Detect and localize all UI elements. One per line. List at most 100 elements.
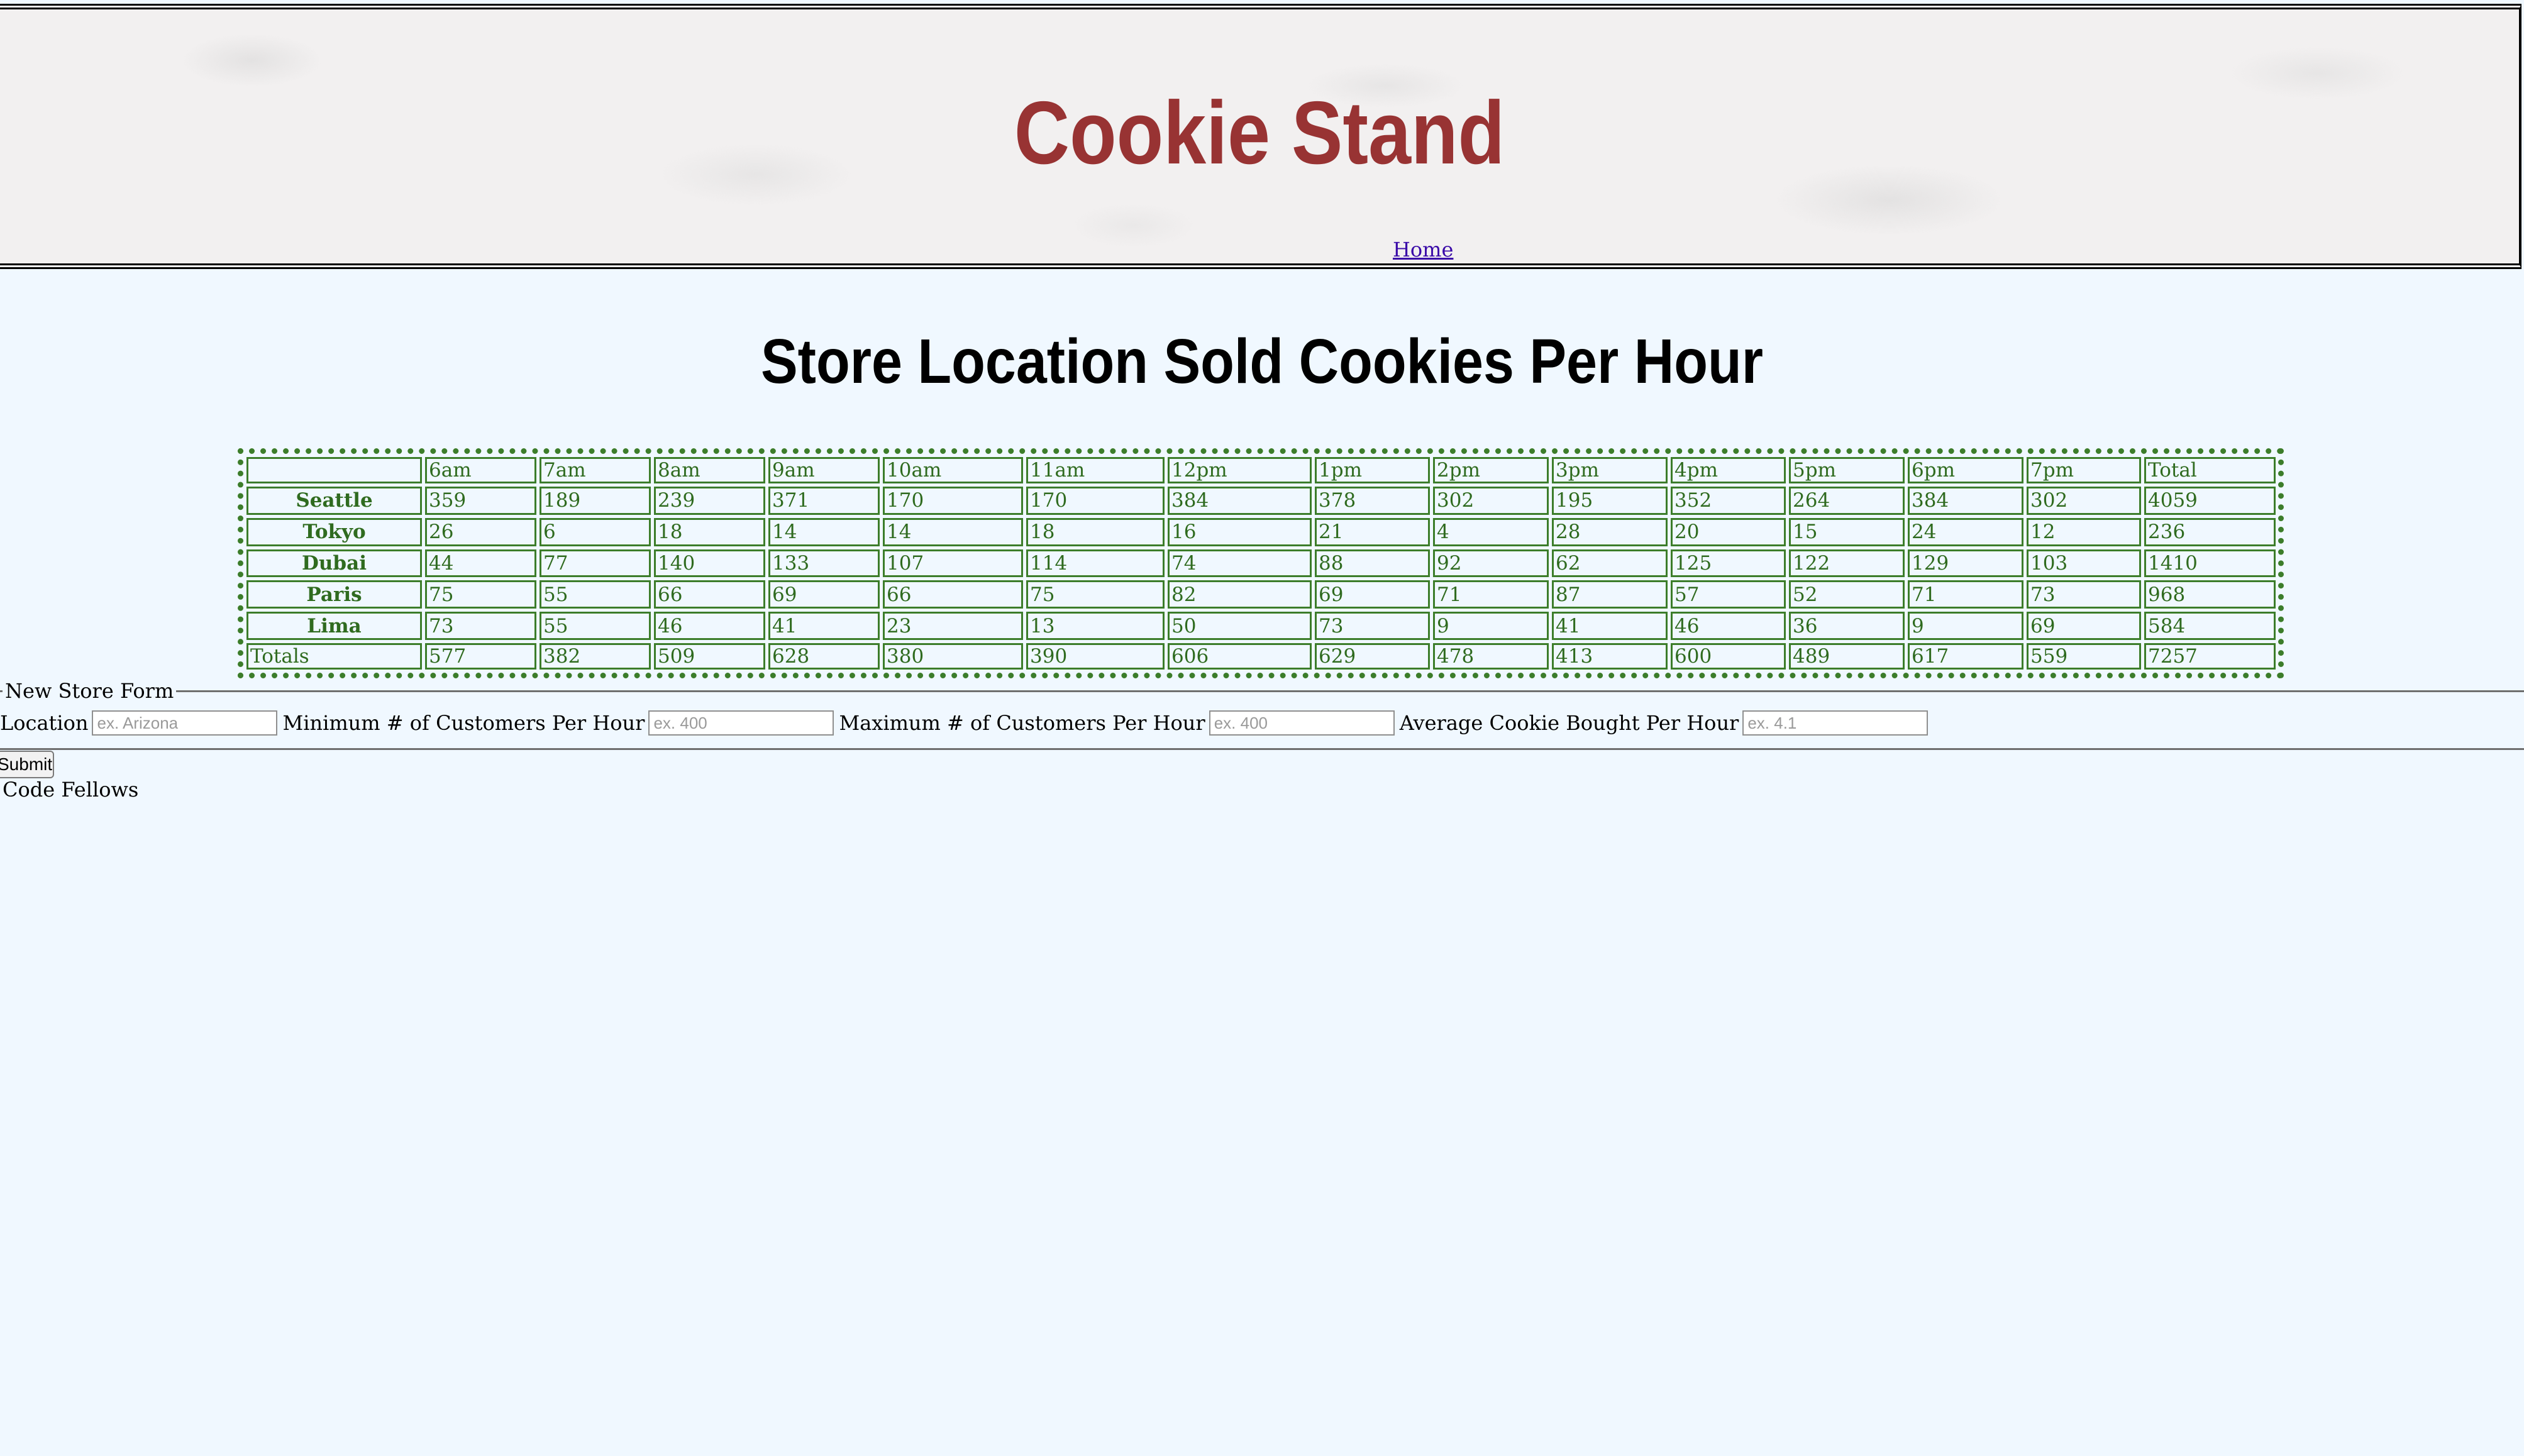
table-cell: 239 <box>654 487 765 515</box>
totals-cell: 600 <box>1671 643 1786 670</box>
table-header-cell: Total <box>2144 457 2276 483</box>
totals-cell: 629 <box>1315 643 1430 670</box>
table-cell: 23 <box>883 612 1023 640</box>
table-cell: 41 <box>1552 612 1668 640</box>
table-cell: 9 <box>1433 612 1549 640</box>
totals-cell: 606 <box>1168 643 1312 670</box>
totals-cell: 390 <box>1026 643 1165 670</box>
table-cell: 12 <box>2027 517 2141 546</box>
sales-table-body: Seattle 359 189 239 371 170 170 384 378 … <box>246 487 2276 640</box>
avg-cookies-input[interactable] <box>1742 710 1929 736</box>
table-cell: 302 <box>2027 487 2141 515</box>
table-cell: 264 <box>1789 487 1905 515</box>
table-header-cell: 3pm <box>1552 457 1668 483</box>
table-cell: 4059 <box>2144 487 2276 515</box>
table-cell: 4 <box>1433 517 1549 546</box>
store-name-cell: Tokyo <box>246 517 422 546</box>
form-fields-row: Location Minimum # of Customers Per Hour… <box>0 708 1933 738</box>
max-customers-input[interactable] <box>1209 710 1395 736</box>
min-customers-label: Minimum # of Customers Per Hour <box>282 711 645 735</box>
table-cell: 75 <box>1026 580 1165 609</box>
site-header: Cookie Stand Home <box>0 4 2521 269</box>
table-cell: 359 <box>425 487 536 515</box>
table-cell: 18 <box>654 517 765 546</box>
table-cell: 71 <box>1908 580 2023 609</box>
totals-cell: 559 <box>2027 643 2141 670</box>
table-row: Lima 73 55 46 41 23 13 50 73 9 41 46 36 … <box>246 612 2276 640</box>
table-cell: 41 <box>768 612 880 640</box>
table-header-cell: 8am <box>654 457 765 483</box>
table-cell: 46 <box>654 612 765 640</box>
totals-cell: 380 <box>883 643 1023 670</box>
table-header-cell: 7pm <box>2027 457 2141 483</box>
totals-cell: 617 <box>1908 643 2023 670</box>
table-header-cell: 12pm <box>1168 457 1312 483</box>
table-cell: 55 <box>540 612 651 640</box>
site-title: Cookie Stand <box>1014 83 1505 183</box>
table-cell: 140 <box>654 549 765 578</box>
totals-row: Totals 577 382 509 628 380 390 606 629 4… <box>246 643 2276 670</box>
table-cell: 13 <box>1026 612 1165 640</box>
table-cell: 28 <box>1552 517 1668 546</box>
table-cell: 71 <box>1433 580 1549 609</box>
totals-label-cell: Totals <box>246 643 422 670</box>
table-cell: 129 <box>1908 549 2023 578</box>
min-customers-input[interactable] <box>648 710 834 736</box>
table-row: Tokyo 26 6 18 14 14 18 16 21 4 28 20 15 … <box>246 517 2276 546</box>
table-cell: 73 <box>1315 612 1430 640</box>
table-cell: 107 <box>883 549 1023 578</box>
sales-table-container: 6am 7am 8am 9am 10am 11am 12pm 1pm 2pm 3… <box>238 448 2284 678</box>
table-cell: 236 <box>2144 517 2276 546</box>
avg-cookies-label: Average Cookie Bought Per Hour <box>1399 711 1739 735</box>
store-name-cell: Seattle <box>246 487 422 515</box>
fieldset-top-border <box>0 690 2524 692</box>
site-footer: Code Fellows <box>3 778 139 802</box>
table-cell: 352 <box>1671 487 1786 515</box>
table-cell: 122 <box>1789 549 1905 578</box>
totals-cell: 577 <box>425 643 536 670</box>
table-cell: 9 <box>1908 612 2023 640</box>
table-cell: 92 <box>1433 549 1549 578</box>
submit-button[interactable]: Submit <box>0 751 54 778</box>
table-cell: 189 <box>540 487 651 515</box>
table-cell: 73 <box>2027 580 2141 609</box>
table-row: Seattle 359 189 239 371 170 170 384 378 … <box>246 487 2276 515</box>
nav-home-link[interactable]: Home <box>1393 237 1453 262</box>
table-cell: 46 <box>1671 612 1786 640</box>
totals-cell: 478 <box>1433 643 1549 670</box>
form-legend: New Store Form <box>3 679 177 703</box>
table-cell: 21 <box>1315 517 1430 546</box>
location-input[interactable] <box>92 710 278 736</box>
table-cell: 44 <box>425 549 536 578</box>
table-header-cell: 9am <box>768 457 880 483</box>
table-cell: 50 <box>1168 612 1312 640</box>
totals-cell: 628 <box>768 643 880 670</box>
table-cell: 302 <box>1433 487 1549 515</box>
table-header-cell <box>246 457 422 483</box>
table-cell: 6 <box>540 517 651 546</box>
store-name-cell: Dubai <box>246 549 422 578</box>
table-row: Dubai 44 77 140 133 107 114 74 88 92 62 … <box>246 549 2276 578</box>
table-cell: 378 <box>1315 487 1430 515</box>
table-cell: 133 <box>768 549 880 578</box>
table-cell: 36 <box>1789 612 1905 640</box>
table-cell: 16 <box>1168 517 1312 546</box>
table-cell: 69 <box>1315 580 1430 609</box>
table-cell: 24 <box>1908 517 2023 546</box>
totals-cell: 413 <box>1552 643 1668 670</box>
table-cell: 62 <box>1552 549 1668 578</box>
table-cell: 371 <box>768 487 880 515</box>
table-cell: 1410 <box>2144 549 2276 578</box>
table-cell: 384 <box>1168 487 1312 515</box>
table-header-cell: 10am <box>883 457 1023 483</box>
table-header-cell: 5pm <box>1789 457 1905 483</box>
table-cell: 82 <box>1168 580 1312 609</box>
grand-total-cell: 7257 <box>2144 643 2276 670</box>
table-cell: 57 <box>1671 580 1786 609</box>
table-cell: 103 <box>2027 549 2141 578</box>
table-cell: 88 <box>1315 549 1430 578</box>
table-header-cell: 6pm <box>1908 457 2023 483</box>
new-store-fieldset: New Store Form Location Minimum # of Cus… <box>0 679 2524 750</box>
store-name-cell: Lima <box>246 612 422 640</box>
table-cell: 584 <box>2144 612 2276 640</box>
